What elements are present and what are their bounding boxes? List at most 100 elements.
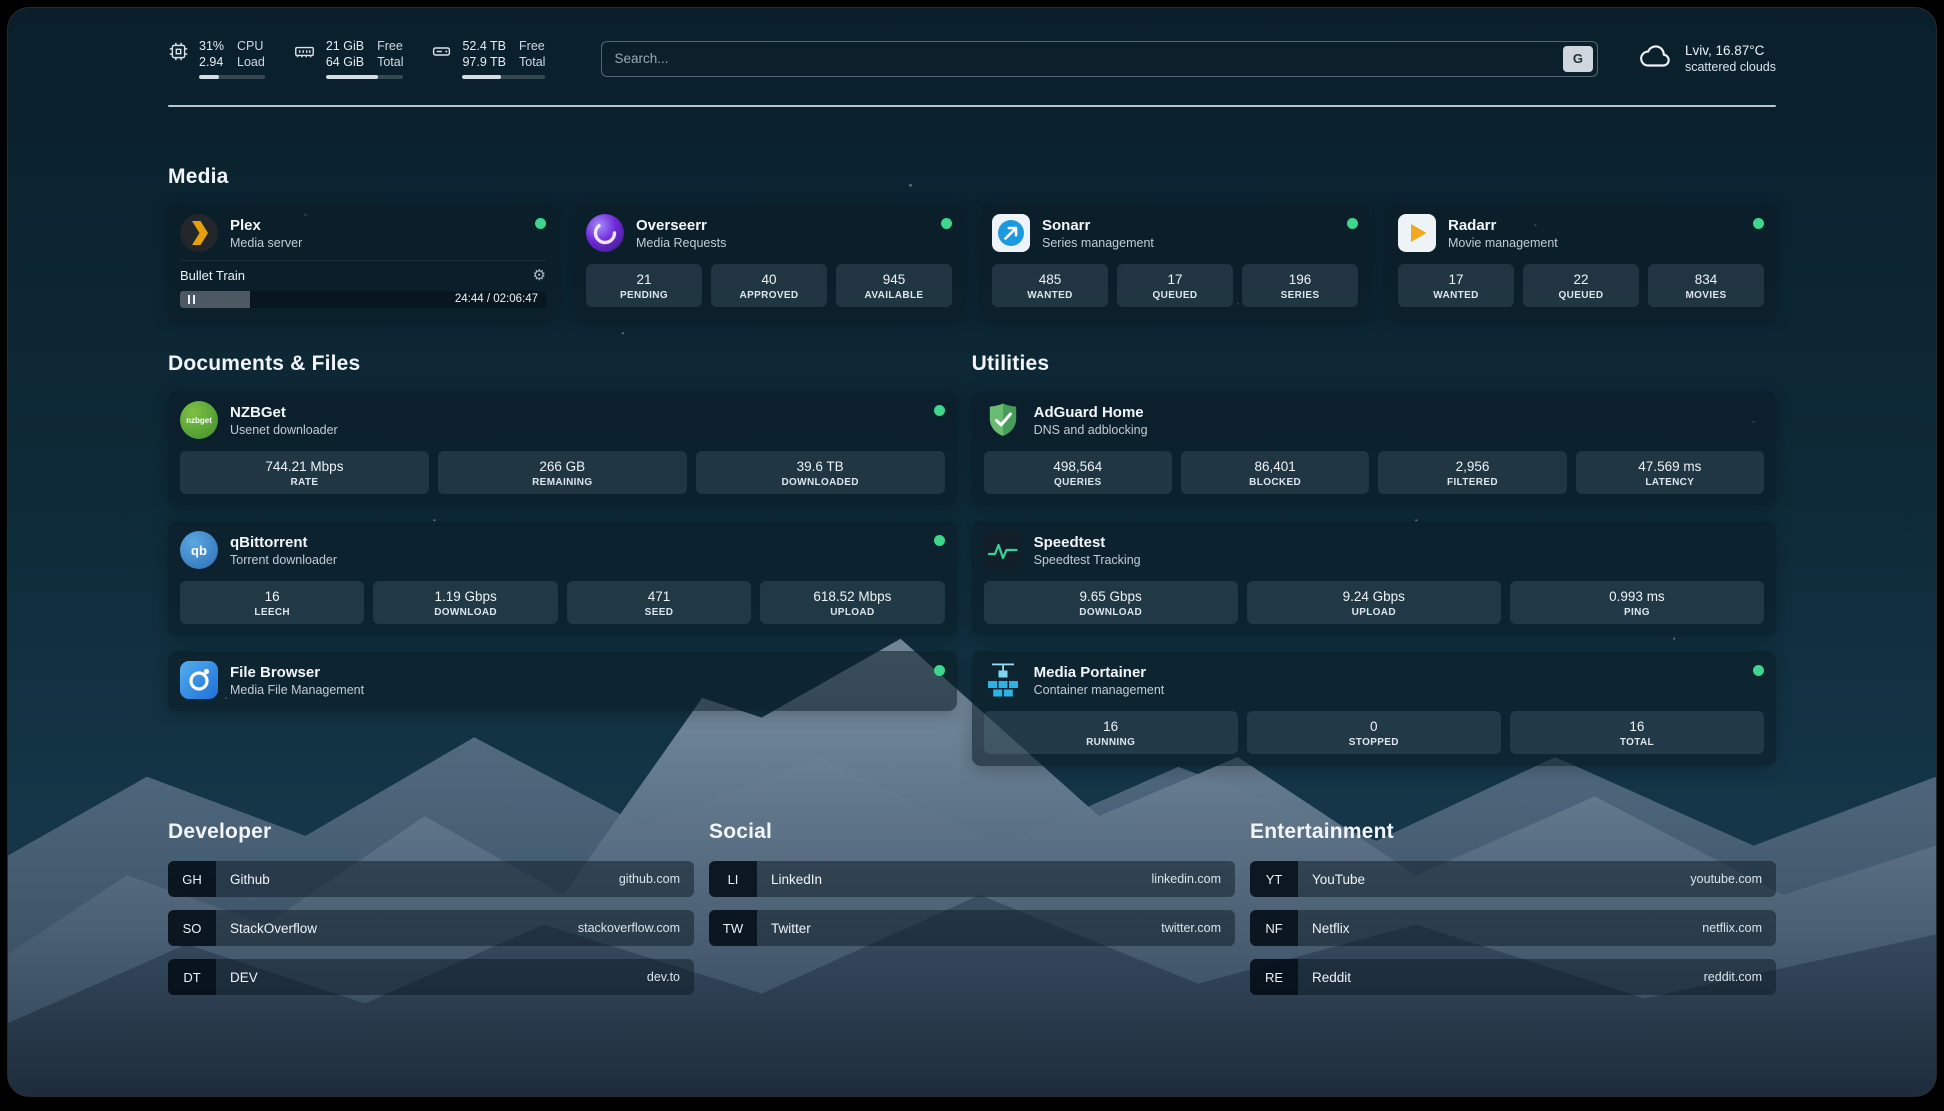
status-online-dot (934, 535, 945, 546)
bookmark-linkedin[interactable]: LI LinkedIn linkedin.com (709, 861, 1235, 897)
disk-bar (462, 75, 545, 79)
section-title-utilities: Utilities (972, 352, 1776, 376)
weather-location: Lviv, 16.87°C (1685, 42, 1776, 59)
app-card-adguard[interactable]: AdGuard Home DNS and adblocking 498,564 … (972, 391, 1776, 506)
cpu-label-bottom: Load (237, 54, 265, 70)
stat-approved: 40 APPROVED (711, 264, 827, 307)
disk-label-bottom: Total (519, 54, 545, 70)
now-playing-title: Bullet Train (180, 268, 245, 284)
weather-widget: Lviv, 16.87°C scattered clouds (1638, 42, 1776, 75)
bookmark-name: Twitter (757, 921, 1161, 936)
app-card-filebrowser[interactable]: File Browser Media File Management (168, 651, 957, 711)
bookmark-name: Github (216, 872, 619, 887)
section-utilities: Utilities (972, 352, 1776, 766)
stat-ping: 0.993 ms PING (1510, 581, 1764, 624)
stat-wanted: 485 WANTED (992, 264, 1108, 307)
app-card-portainer[interactable]: Media Portainer Container management 16 … (972, 651, 1776, 766)
stat-queued: 17 QUEUED (1117, 264, 1233, 307)
cpu-label-top: CPU (237, 38, 265, 54)
bookmark-dev[interactable]: DT DEV dev.to (168, 959, 694, 995)
overseerr-icon (586, 214, 624, 252)
qbittorrent-icon: qb (180, 531, 218, 569)
pause-icon[interactable] (188, 295, 195, 304)
gear-icon[interactable]: ⚙ (533, 268, 546, 284)
status-online-dot (934, 665, 945, 676)
bookmark-abbr: TW (709, 910, 757, 946)
bookmark-abbr: SO (168, 910, 216, 946)
bookmark-youtube[interactable]: YT YouTube youtube.com (1250, 861, 1776, 897)
section-title-media: Media (168, 165, 1776, 189)
plex-now-playing: Bullet Train ⚙ 24:44 / 02:06:47 (180, 260, 546, 308)
section-title-social: Social (709, 820, 1235, 844)
app-card-sonarr[interactable]: Sonarr Series management 485 WANTED 17 Q… (980, 204, 1370, 320)
bookmark-name: DEV (216, 970, 647, 985)
section-documents: Documents & Files nzbget NZBGet Usenet d… (168, 352, 957, 766)
filebrowser-icon (180, 661, 218, 699)
app-subtitle: Container management (1034, 682, 1165, 698)
app-name: AdGuard Home (1034, 403, 1148, 422)
bookmark-name: Netflix (1298, 921, 1702, 936)
bookmark-reddit[interactable]: RE Reddit reddit.com (1250, 959, 1776, 995)
stat-filtered: 2,956 FILTERED (1378, 451, 1566, 494)
app-subtitle: Torrent downloader (230, 552, 337, 568)
bookmark-abbr: LI (709, 861, 757, 897)
app-subtitle: Media server (230, 235, 302, 251)
app-card-qbittorrent[interactable]: qb qBittorrent Torrent downloader 16 (168, 521, 957, 636)
status-online-dot (1347, 218, 1358, 229)
stat-latency: 47.569 ms LATENCY (1576, 451, 1764, 494)
stat-blocked: 86,401 BLOCKED (1181, 451, 1369, 494)
app-name: Radarr (1448, 216, 1558, 235)
status-online-dot (934, 405, 945, 416)
cpu-bar (199, 75, 265, 79)
top-bar: 31% 2.94 CPU Load (168, 38, 1776, 79)
playback-progress-bar[interactable]: 24:44 / 02:06:47 (180, 291, 546, 308)
stat-rate: 744.21 Mbps RATE (180, 451, 429, 494)
ram-bar (326, 75, 404, 79)
app-card-plex[interactable]: Plex Media server Bullet Train ⚙ (168, 204, 558, 320)
disk-icon (431, 41, 452, 67)
bookmark-twitter[interactable]: TW Twitter twitter.com (709, 910, 1235, 946)
bookmark-name: LinkedIn (757, 872, 1152, 887)
app-subtitle: DNS and adblocking (1034, 422, 1148, 438)
ram-label-top: Free (377, 38, 403, 54)
bookmark-github[interactable]: GH Github github.com (168, 861, 694, 897)
disk-total-value: 97.9 TB (462, 54, 506, 70)
bookmark-abbr: NF (1250, 910, 1298, 946)
bookmark-url: dev.to (647, 970, 694, 984)
nzbget-icon: nzbget (180, 401, 218, 439)
bookmark-url: netflix.com (1702, 921, 1776, 935)
adguard-icon (984, 401, 1022, 439)
sonarr-icon (992, 214, 1030, 252)
app-name: Sonarr (1042, 216, 1154, 235)
ram-widget: 21 GiB 64 GiB Free Total (293, 38, 404, 79)
stat-series: 196 SERIES (1242, 264, 1358, 307)
bookmark-name: YouTube (1298, 872, 1690, 887)
app-name: NZBGet (230, 403, 338, 422)
stat-stopped: 0 STOPPED (1247, 711, 1501, 754)
playback-time: 24:44 / 02:06:47 (455, 292, 538, 307)
stat-queries: 498,564 QUERIES (984, 451, 1172, 494)
search-input[interactable] (601, 41, 1598, 77)
app-card-overseerr[interactable]: Overseerr Media Requests 21 PENDING 40 A… (574, 204, 964, 320)
stat-seed: 471 SEED (567, 581, 751, 624)
app-card-nzbget[interactable]: nzbget NZBGet Usenet downloader 744.21 M… (168, 391, 957, 506)
stat-wanted: 17 WANTED (1398, 264, 1514, 307)
app-card-speedtest[interactable]: Speedtest Speedtest Tracking 9.65 Gbps D… (972, 521, 1776, 636)
stat-download: 1.19 Gbps DOWNLOAD (373, 581, 557, 624)
plex-icon (180, 214, 218, 252)
cpu-percent: 31% (199, 38, 224, 54)
bookmark-group-social: Social LI LinkedIn linkedin.com TW Twitt… (709, 820, 1235, 995)
app-name: Media Portainer (1034, 663, 1165, 682)
bookmark-name: Reddit (1298, 970, 1704, 985)
ram-label-bottom: Total (377, 54, 403, 70)
header-divider (168, 105, 1776, 107)
search-engine-button[interactable]: G (1563, 46, 1593, 72)
bookmark-stackoverflow[interactable]: SO StackOverflow stackoverflow.com (168, 910, 694, 946)
stat-downloaded: 39.6 TB DOWNLOADED (696, 451, 945, 494)
app-card-radarr[interactable]: Radarr Movie management 17 WANTED 22 QUE… (1386, 204, 1776, 320)
radarr-icon (1398, 214, 1436, 252)
stat-leech: 16 LEECH (180, 581, 364, 624)
bookmark-url: stackoverflow.com (578, 921, 694, 935)
stat-upload: 618.52 Mbps UPLOAD (760, 581, 944, 624)
bookmark-netflix[interactable]: NF Netflix netflix.com (1250, 910, 1776, 946)
